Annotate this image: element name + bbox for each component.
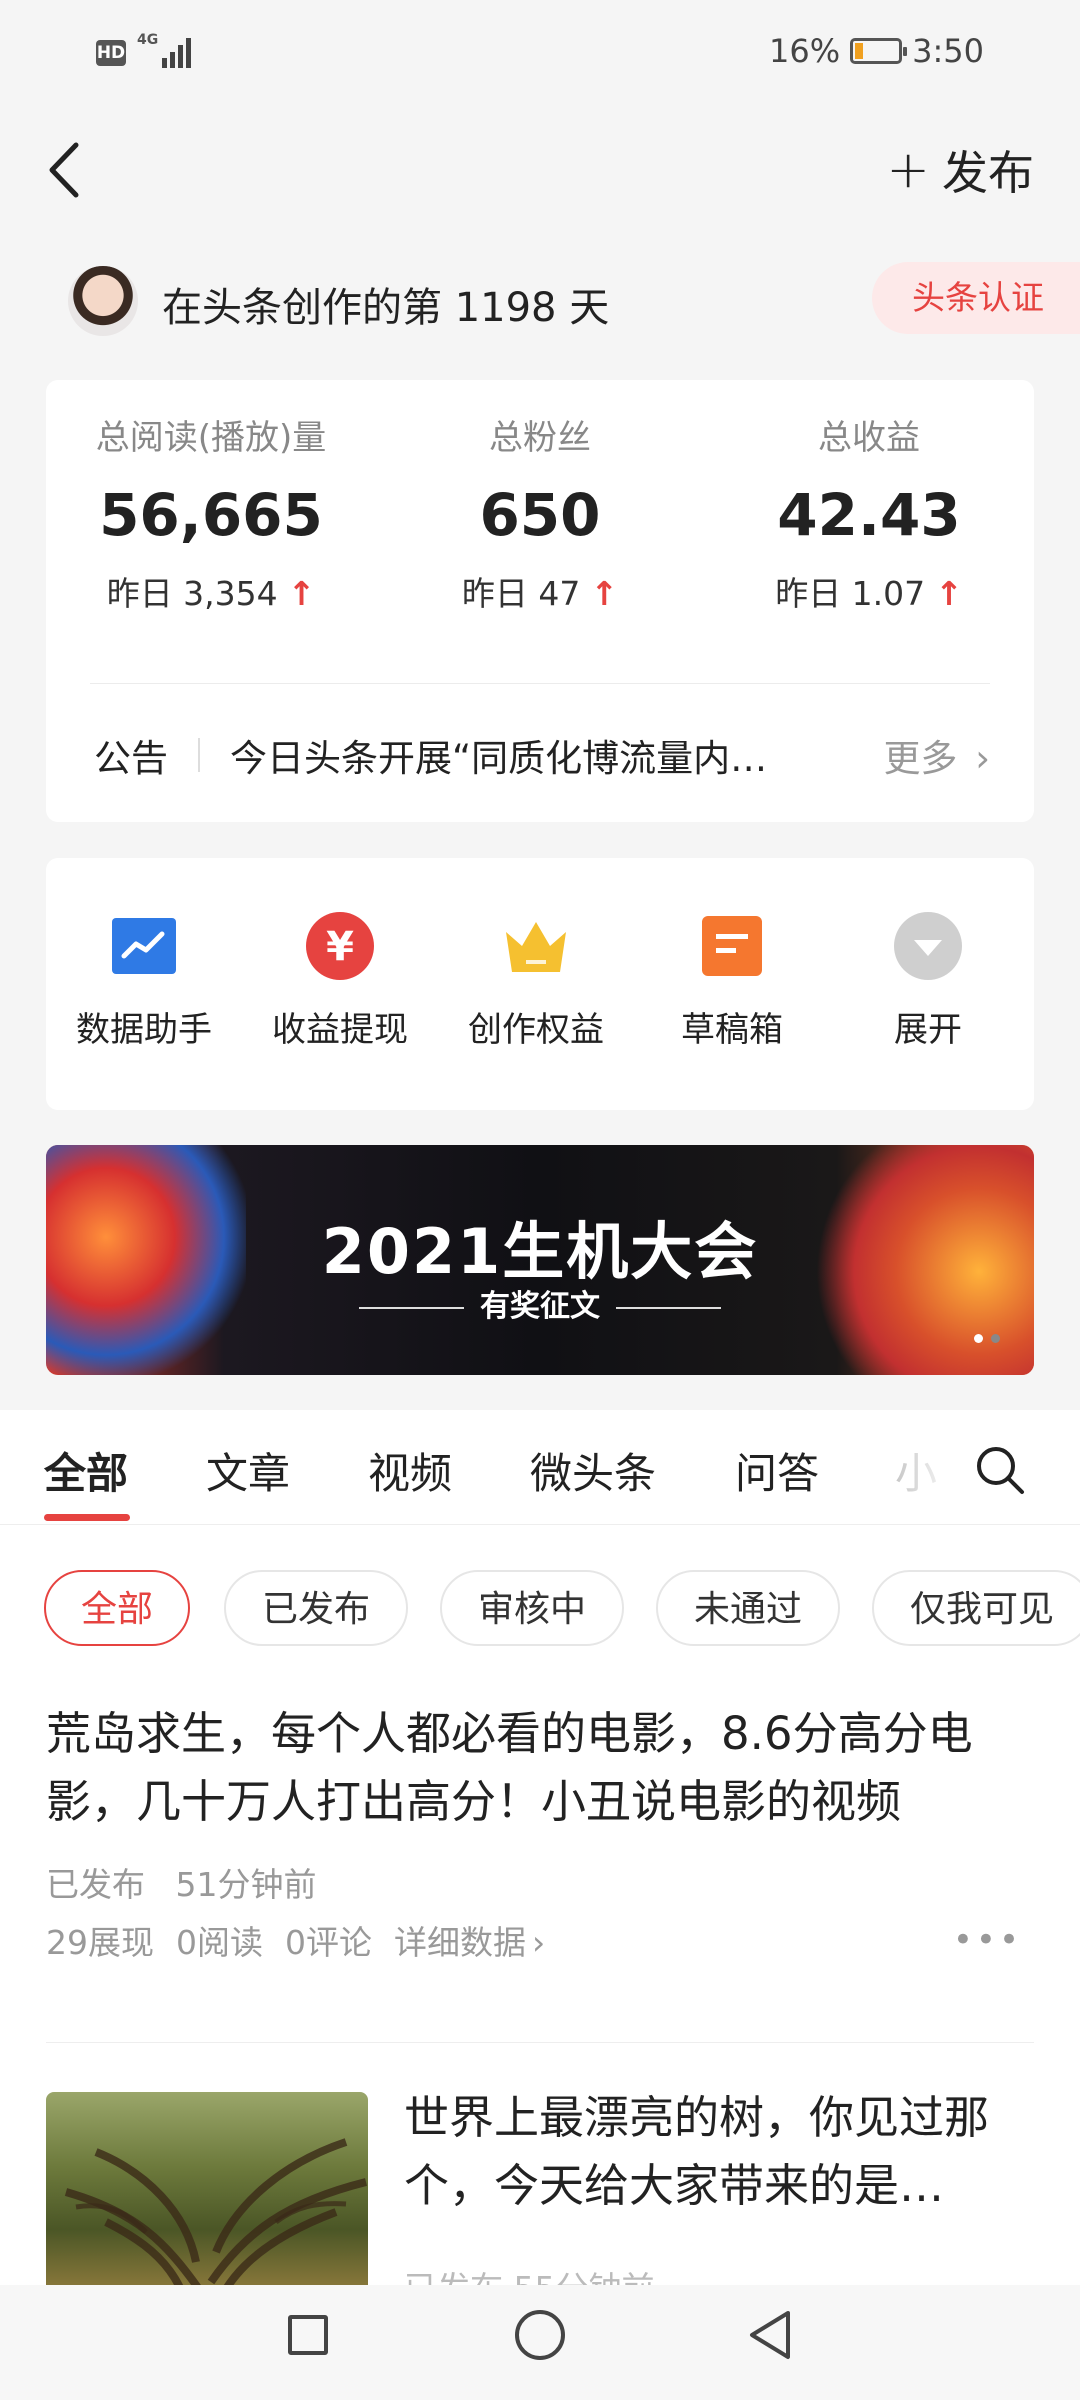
tool-label: 收益提现 bbox=[272, 1010, 408, 1050]
stat-label: 总阅读(播放)量 bbox=[95, 418, 327, 458]
more-options-icon[interactable]: ••• bbox=[953, 1920, 1022, 1960]
post-title[interactable]: 荒岛求生，每个人都必看的电影，8.6分高分电影，几十万人打出高分！小丑说电影的视… bbox=[46, 1700, 1036, 1836]
post-metrics: 29展现 0阅读 0评论 详细数据 › bbox=[46, 1916, 545, 1964]
notice-text[interactable]: 今日头条开展“同质化博流量内… bbox=[230, 728, 850, 782]
post-title[interactable]: 世界上最漂亮的树，你见过那个，今天给大家带来的是… bbox=[404, 2084, 1034, 2220]
tool-data-assistant[interactable]: 数据助手 bbox=[46, 910, 242, 1051]
filter-chips: 全部 已发布 审核中 未通过 仅我可见 bbox=[44, 1570, 1080, 1648]
stats-card: 总阅读(播放)量 56,665 昨日 3,354 ↑ 总粉丝 650 昨日 47 ↑… bbox=[46, 380, 1034, 822]
home-button[interactable] bbox=[515, 2310, 565, 2360]
back-icon bbox=[49, 142, 79, 198]
filter-all[interactable]: 全部 bbox=[44, 1570, 190, 1646]
chevron-right-icon: › bbox=[975, 737, 990, 780]
divider bbox=[90, 683, 990, 684]
avatar[interactable] bbox=[68, 266, 138, 336]
creation-days: 在头条创作的第 1198 天 bbox=[162, 285, 610, 331]
tool-label: 展开 bbox=[894, 1010, 962, 1050]
arrow-up-icon: ↑ bbox=[590, 574, 619, 613]
publish-label: 发布 bbox=[942, 146, 1034, 200]
tool-label: 创作权益 bbox=[468, 1010, 604, 1050]
stat-total-reads[interactable]: 总阅读(播放)量 56,665 昨日 3,354 ↑ bbox=[46, 410, 376, 615]
divider bbox=[198, 738, 200, 772]
tab-fade bbox=[880, 1430, 960, 1510]
chevron-down-icon bbox=[892, 910, 964, 982]
tool-expand[interactable]: 展开 bbox=[830, 910, 1026, 1051]
status-bar: HD 4G 16% 3:50 bbox=[0, 0, 1080, 110]
arrow-up-icon: ↑ bbox=[287, 574, 316, 613]
stat-value: 56,665 bbox=[99, 481, 323, 549]
stat-total-income[interactable]: 总收益 42.43 昨日 1.07 ↑ bbox=[704, 410, 1034, 615]
chart-icon bbox=[108, 910, 180, 982]
system-navigation-bar bbox=[0, 2285, 1080, 2400]
post-comments: 0评论 bbox=[285, 1923, 372, 1962]
svg-text:¥: ¥ bbox=[326, 924, 354, 970]
stat-total-fans[interactable]: 总粉丝 650 昨日 47 ↑ bbox=[375, 410, 705, 615]
post-status: 已发布 51分钟前 bbox=[46, 1858, 317, 1906]
post-details-link[interactable]: 详细数据 › bbox=[394, 1916, 545, 1964]
filter-private[interactable]: 仅我可见 bbox=[872, 1570, 1080, 1646]
divider bbox=[46, 2042, 1034, 2043]
tool-label: 草稿箱 bbox=[681, 1010, 783, 1050]
tools-card: 数据助手 ¥ 收益提现 创作权益 草稿箱 展开 bbox=[46, 858, 1034, 1110]
stat-yesterday: 昨日 3,354 bbox=[106, 574, 278, 613]
tool-label: 数据助手 bbox=[76, 1010, 212, 1050]
tool-creator-benefits[interactable]: 创作权益 bbox=[438, 910, 634, 1051]
arrow-up-icon: ↑ bbox=[935, 574, 963, 613]
filter-rejected[interactable]: 未通过 bbox=[656, 1570, 840, 1646]
back-nav-button[interactable] bbox=[744, 2307, 796, 2363]
stat-value: 650 bbox=[479, 481, 601, 549]
post-time: 51分钟前 bbox=[175, 1865, 317, 1904]
tool-income-withdraw[interactable]: ¥ 收益提现 bbox=[242, 910, 438, 1051]
post-impressions: 29展现 bbox=[46, 1923, 154, 1962]
chevron-right-icon: › bbox=[532, 1923, 546, 1962]
stat-label: 总收益 bbox=[818, 418, 920, 458]
tab-micro-posts[interactable]: 微头条 bbox=[530, 1440, 656, 1501]
banner-title: 2021生机大会 bbox=[321, 1215, 759, 1288]
post-status-label: 已发布 bbox=[46, 1865, 145, 1904]
publish-button[interactable]: + 发布 bbox=[886, 140, 1034, 200]
verification-badge[interactable]: 头条认证 bbox=[872, 262, 1080, 334]
more-label: 更多 bbox=[883, 737, 958, 780]
carousel-dots bbox=[974, 1334, 1000, 1343]
banner-subtitle: 有奖征文 bbox=[46, 1281, 1034, 1325]
tool-drafts[interactable]: 草稿箱 bbox=[634, 910, 830, 1051]
stat-value: 42.43 bbox=[777, 481, 961, 549]
triangle-back-icon bbox=[750, 2311, 790, 2359]
filter-reviewing[interactable]: 审核中 bbox=[440, 1570, 624, 1646]
network-type: 4G bbox=[137, 32, 159, 48]
draft-icon bbox=[696, 910, 768, 982]
filter-published[interactable]: 已发布 bbox=[224, 1570, 408, 1646]
battery-percent: 16% bbox=[769, 32, 841, 70]
tab-videos[interactable]: 视频 bbox=[368, 1440, 452, 1501]
crown-icon bbox=[500, 910, 572, 982]
plus-icon: + bbox=[886, 140, 930, 200]
tab-all[interactable]: 全部 bbox=[44, 1440, 128, 1501]
clock: 3:50 bbox=[912, 32, 984, 70]
yuan-icon: ¥ bbox=[304, 910, 376, 982]
tab-articles[interactable]: 文章 bbox=[206, 1440, 290, 1501]
search-icon bbox=[977, 1447, 1024, 1494]
signal-icon bbox=[162, 36, 192, 68]
promo-banner[interactable]: 2021生机大会 有奖征文 bbox=[46, 1145, 1034, 1375]
stat-yesterday: 昨日 47 bbox=[461, 574, 581, 613]
hd-indicator: HD bbox=[96, 40, 126, 66]
battery-icon bbox=[850, 38, 908, 64]
notice-more-link[interactable]: 更多 › bbox=[883, 728, 990, 782]
tab-qa[interactable]: 问答 bbox=[735, 1440, 819, 1501]
notice-label: 公告 bbox=[94, 737, 168, 780]
content-list: 全部 文章 视频 微头条 问答 小 全部 已发布 审核中 未通过 仅我可见 荒岛… bbox=[0, 1410, 1080, 2400]
back-button[interactable] bbox=[46, 140, 86, 200]
recents-button[interactable] bbox=[288, 2315, 328, 2355]
tab-indicator bbox=[44, 1514, 130, 1521]
stat-yesterday: 昨日 1.07 bbox=[775, 574, 926, 613]
content-tabs: 全部 文章 视频 微头条 问答 小 bbox=[0, 1410, 1080, 1525]
stat-label: 总粉丝 bbox=[489, 418, 591, 458]
search-button[interactable] bbox=[974, 1444, 1026, 1496]
post-reads: 0阅读 bbox=[176, 1923, 263, 1962]
